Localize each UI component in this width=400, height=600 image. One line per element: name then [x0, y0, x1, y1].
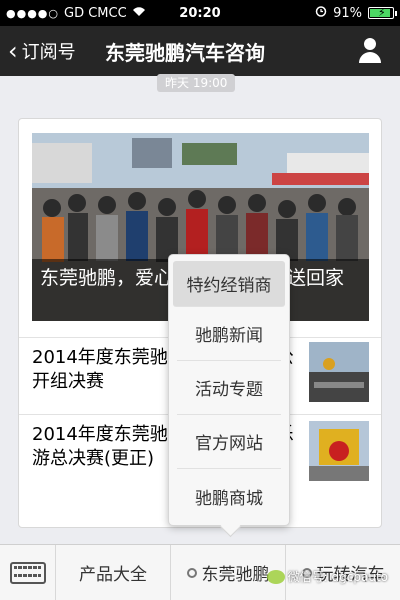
- menu-dot-icon: [186, 567, 197, 578]
- wechat-icon: [266, 569, 285, 584]
- submenu-item-store[interactable]: 驰鹏商城: [177, 469, 281, 523]
- submenu-item-events[interactable]: 活动专题: [177, 361, 281, 415]
- profile-icon[interactable]: [358, 38, 382, 64]
- tab-label: 产品大全: [79, 565, 147, 585]
- back-chevron-icon: ‹: [8, 37, 18, 65]
- message-timestamp: 昨天 19:00: [157, 74, 236, 92]
- submenu-item-dealer[interactable]: 特约经销商: [173, 261, 285, 307]
- submenu-item-news[interactable]: 驰鹏新闻: [177, 307, 281, 361]
- battery-icon: ⚡: [368, 6, 397, 19]
- tab-products[interactable]: 产品大全: [56, 545, 171, 600]
- submenu-item-website[interactable]: 官方网站: [177, 415, 281, 469]
- news-thumbnail: [309, 421, 369, 481]
- watermark: 微信号: dgcpauto: [266, 568, 388, 585]
- page-title: 东莞驰鹏汽车咨询: [105, 40, 265, 65]
- keyboard-toggle-button[interactable]: [0, 545, 56, 600]
- status-bar: ●●●●○ GD CMCC 20:20 91% ⚡: [0, 0, 400, 26]
- back-button[interactable]: ‹ 订阅号: [0, 38, 76, 64]
- keyboard-icon: [9, 562, 46, 584]
- tab-label: 东莞驰鹏: [201, 565, 270, 585]
- battery-percent: 91%: [333, 5, 362, 21]
- nav-bar: ‹ 订阅号 东莞驰鹏汽车咨询: [0, 26, 400, 76]
- back-label: 订阅号: [21, 42, 76, 63]
- news-thumbnail: [309, 342, 369, 402]
- alarm-icon: [315, 5, 327, 21]
- watermark-text: 微信号: dgcpauto: [287, 570, 388, 584]
- submenu-popup: 特约经销商 驰鹏新闻 活动专题 官方网站 驰鹏商城: [168, 254, 290, 526]
